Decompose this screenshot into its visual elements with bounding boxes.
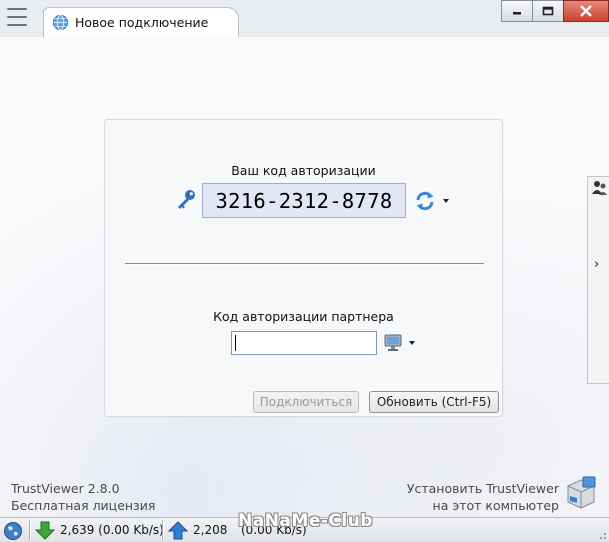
main-area: Ваш код авторизации 3216-2312-8778 Код а… xyxy=(0,37,609,517)
minimize-button[interactable] xyxy=(501,0,533,22)
computer-icon[interactable] xyxy=(383,333,403,353)
refresh-button[interactable]: Обновить (Ctrl-F5) xyxy=(369,391,499,413)
download-arrow-icon xyxy=(35,521,55,540)
upload-arrow-icon xyxy=(168,521,188,540)
tab-label: Новое подключение xyxy=(75,15,209,30)
own-code-dropdown-icon[interactable] xyxy=(443,199,449,203)
text-cursor xyxy=(235,335,236,351)
upload-count: 2,208 xyxy=(193,523,228,537)
status-separator xyxy=(29,520,31,540)
status-separator xyxy=(162,520,164,540)
partner-code-title: Код авторизации партнера xyxy=(213,309,394,324)
people-icon xyxy=(592,181,607,195)
connection-panel: Ваш код авторизации 3216-2312-8778 Код а… xyxy=(104,119,503,417)
license-info: Бесплатная лицензия xyxy=(11,498,156,513)
watermark: NaNaMe-Club xyxy=(238,511,373,531)
resize-grip-icon[interactable] xyxy=(597,530,607,540)
tab-new-connection[interactable]: Новое подключение xyxy=(43,7,239,38)
refresh-code-icon[interactable] xyxy=(414,190,436,212)
window-controls xyxy=(501,0,609,22)
install-box-icon[interactable] xyxy=(564,474,598,510)
side-panel-toggle[interactable]: › xyxy=(587,176,609,384)
network-globe-icon[interactable] xyxy=(3,521,23,541)
download-stats: 2,639 (0.00 Kb/s) xyxy=(60,523,164,537)
chevron-right-icon: › xyxy=(594,257,600,272)
globe-icon xyxy=(52,14,69,31)
hamburger-menu-icon[interactable] xyxy=(5,6,29,28)
partner-dropdown-icon[interactable] xyxy=(409,341,415,345)
close-icon xyxy=(580,5,592,17)
title-bar: Новое подключение xyxy=(0,0,609,38)
maximize-button[interactable] xyxy=(532,0,564,22)
close-button[interactable] xyxy=(563,0,609,22)
app-version: TrustViewer 2.8.0 xyxy=(11,481,120,496)
maximize-icon xyxy=(542,6,554,16)
partner-code-input[interactable] xyxy=(231,331,377,355)
install-link-line2[interactable]: на этот компьютер xyxy=(433,498,559,513)
install-link-line1[interactable]: Установить TrustViewer xyxy=(407,481,559,496)
own-auth-code: 3216-2312-8778 xyxy=(202,183,406,218)
own-code-title: Ваш код авторизации xyxy=(231,163,376,178)
connect-button[interactable]: Подключиться xyxy=(253,391,359,413)
key-icon xyxy=(178,190,195,209)
divider xyxy=(125,263,484,265)
minimize-icon xyxy=(513,12,521,15)
